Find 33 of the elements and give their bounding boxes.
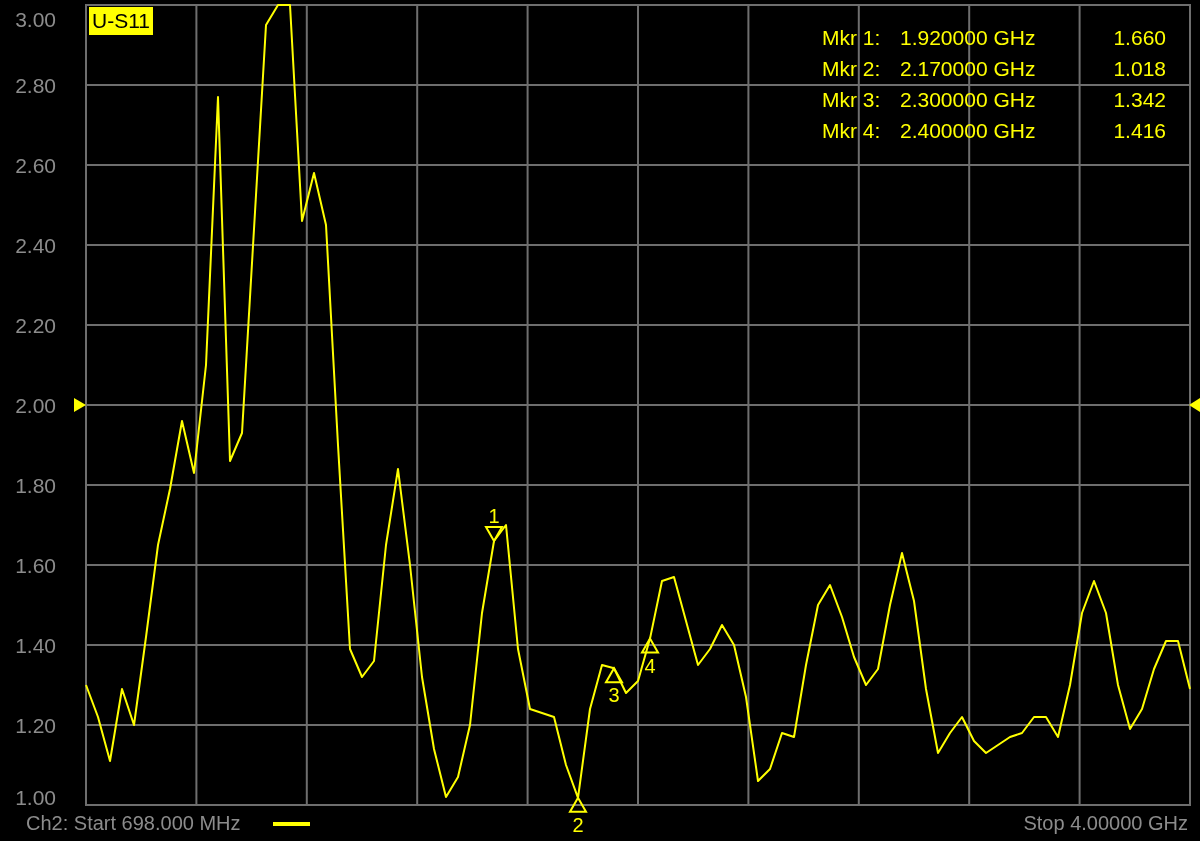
marker-value: 1.660 bbox=[1112, 25, 1166, 51]
y-axis-label: 1.20 bbox=[15, 714, 56, 737]
y-axis-label: 1.60 bbox=[15, 554, 56, 577]
marker-name: Mkr 2: bbox=[822, 56, 882, 82]
marker-name: Mkr 4: bbox=[822, 118, 882, 144]
marker-value: 1.342 bbox=[1112, 87, 1166, 113]
marker-name: Mkr 3: bbox=[822, 87, 882, 113]
y-axis-label: 1.80 bbox=[15, 474, 56, 497]
marker-label: 4 bbox=[644, 654, 656, 677]
marker-label: 1 bbox=[488, 505, 500, 527]
marker-frequency: 1.920000 GHz bbox=[900, 25, 1037, 51]
y-axis-label: 2.40 bbox=[15, 234, 56, 257]
y-axis-label: 2.60 bbox=[15, 154, 56, 177]
y-axis-label: 2.00 bbox=[15, 394, 56, 417]
y-axis-label: 1.40 bbox=[15, 634, 56, 657]
marker-label: 3 bbox=[608, 684, 620, 707]
trace-tag: U-S11 bbox=[89, 7, 153, 35]
marker-frequency: 2.300000 GHz bbox=[900, 87, 1037, 113]
reference-arrow-icon bbox=[74, 398, 86, 412]
y-axis-label: 2.20 bbox=[15, 314, 56, 337]
sweep-stop: Stop 4.00000 GHz bbox=[1023, 812, 1188, 835]
trace-legend-icon bbox=[272, 821, 310, 826]
y-axis-label: 1.00 bbox=[15, 786, 56, 809]
marker-frequency: 2.400000 GHz bbox=[900, 118, 1037, 144]
y-axis-label: 2.80 bbox=[15, 74, 56, 97]
marker-name: Mkr 1: bbox=[822, 25, 882, 51]
y-axis-label: 3.00 bbox=[15, 8, 56, 31]
marker-value: 1.018 bbox=[1112, 56, 1166, 82]
marker-value: 1.416 bbox=[1112, 118, 1166, 144]
sweep-start: Ch2: Start 698.000 MHz bbox=[26, 812, 241, 835]
marker-frequency: 2.170000 GHz bbox=[900, 56, 1037, 82]
marker-label: 2 bbox=[572, 813, 584, 836]
reference-arrow-icon bbox=[1189, 398, 1200, 412]
